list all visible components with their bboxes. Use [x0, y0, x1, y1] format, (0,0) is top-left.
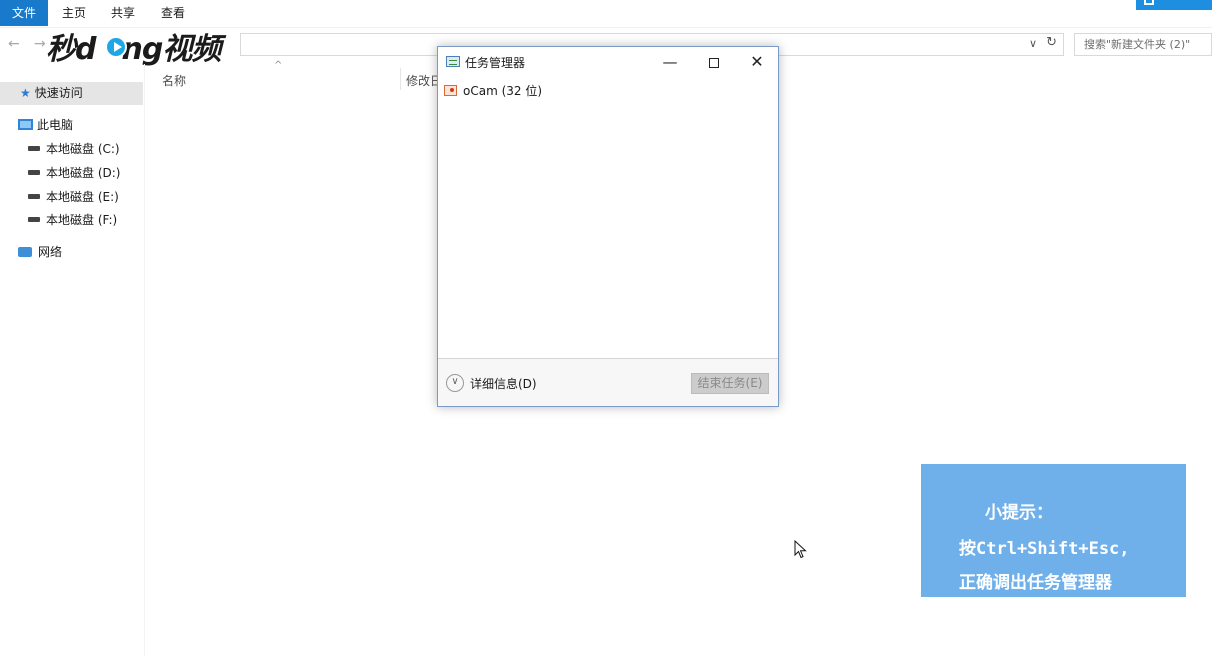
sidebar-item-label: 快速访问 [34, 86, 83, 100]
sidebar-item-drive-e[interactable]: 本地磁盘 (E:) [28, 186, 119, 209]
sidebar-item-label: 此电脑 [37, 118, 74, 132]
play-icon [105, 36, 127, 58]
column-divider[interactable] [400, 68, 401, 90]
computer-icon [18, 119, 33, 130]
end-task-button[interactable]: 结束任务(E) [691, 373, 769, 394]
sidebar-item-quick-access[interactable]: ★ 快速访问 [0, 82, 143, 105]
drive-icon [28, 194, 40, 199]
list-item[interactable]: oCam (32 位) [444, 81, 542, 101]
window-title: 任务管理器 [465, 56, 526, 70]
title-bar[interactable]: 任务管理器 — ✕ [438, 47, 778, 77]
window-footer: ∨ 详细信息(D) 结束任务(E) [438, 358, 778, 406]
mouse-cursor-icon [794, 540, 807, 559]
back-button[interactable]: ← [8, 36, 20, 52]
tab-file[interactable]: 文件 [0, 0, 48, 26]
tip-line: 按Ctrl+Shift+Esc, [959, 539, 1130, 559]
navigation-pane: ★ 快速访问 此电脑 本地磁盘 (C:) 本地磁盘 (D:) 本地磁盘 (E:) … [0, 64, 145, 656]
forward-button[interactable]: → [34, 36, 46, 52]
refresh-icon[interactable]: ↻ [1046, 35, 1057, 50]
sidebar-item-label: 本地磁盘 (D:) [46, 166, 121, 180]
minimize-button[interactable]: — [650, 47, 690, 77]
sort-ascending-icon: ^ [274, 60, 283, 71]
maximize-icon [709, 57, 719, 68]
tab-view[interactable]: 查看 [155, 0, 191, 26]
chevron-down-icon[interactable]: ∨ [446, 374, 464, 392]
sidebar-item-label: 本地磁盘 (C:) [46, 142, 120, 156]
drive-icon [28, 170, 40, 175]
app-list: oCam (32 位) [438, 81, 778, 357]
drive-icon [28, 146, 40, 151]
watermark-text: 秒d ng视频 [46, 24, 221, 68]
close-button[interactable]: ✕ [737, 47, 777, 77]
search-input[interactable]: 搜索"新建文件夹 (2)" [1074, 33, 1212, 56]
ocam-icon [444, 85, 457, 96]
sidebar-item-label: 网络 [38, 245, 63, 259]
watermark-logo: 秒d ng视频 [46, 24, 242, 68]
app-name: oCam (32 位) [463, 84, 543, 98]
task-manager-window: 任务管理器 — ✕ oCam (32 位) ∨ 详细信息(D) 结束任务(E) [437, 46, 779, 407]
tip-title: 小提示： [985, 503, 1053, 523]
maximize-button[interactable] [694, 47, 734, 77]
tab-home[interactable]: 主页 [55, 0, 93, 26]
drive-icon [28, 217, 40, 222]
sidebar-item-label: 本地磁盘 (F:) [46, 213, 118, 227]
watermark-suffix: ng视频 [121, 32, 221, 67]
sidebar-item-drive-c[interactable]: 本地磁盘 (C:) [28, 138, 120, 161]
sidebar-item-network[interactable]: 网络 [18, 241, 62, 264]
tip-panel: 小提示： 按Ctrl+Shift+Esc, 正确调出任务管理器 [921, 464, 1186, 597]
screen: 文件 主页 共享 查看 ← → ∨ ↻ 搜索"新建文件夹 (2)" 秒d ng视频… [0, 0, 1212, 656]
task-manager-icon [446, 56, 460, 67]
chevron-down-icon[interactable]: ∨ [1029, 37, 1037, 50]
sidebar-item-label: 本地磁盘 (E:) [46, 190, 119, 204]
more-details-link[interactable]: 详细信息(D) [470, 375, 537, 392]
sidebar-item-drive-d[interactable]: 本地磁盘 (D:) [28, 162, 120, 185]
tab-share[interactable]: 共享 [106, 0, 140, 26]
help-icon [1144, 0, 1154, 5]
tip-line: 正确调出任务管理器 [959, 573, 1112, 593]
help-button[interactable] [1136, 0, 1212, 10]
network-icon [18, 246, 32, 257]
column-header-name[interactable]: 名称 [162, 72, 186, 89]
sidebar-item-drive-f[interactable]: 本地磁盘 (F:) [28, 209, 117, 232]
sidebar-item-this-pc[interactable]: 此电脑 [18, 114, 73, 137]
pin-star-icon: ★ [20, 86, 31, 100]
watermark-prefix: 秒d [46, 32, 96, 67]
